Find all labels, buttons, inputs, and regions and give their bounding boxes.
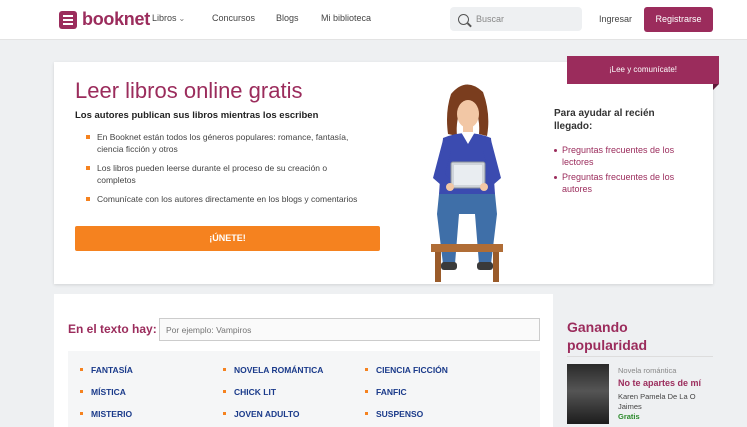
login-link[interactable]: Ingresar (599, 14, 632, 24)
faq-readers-link[interactable]: Preguntas frecuentes de los lectores (554, 145, 694, 168)
divider (567, 356, 713, 357)
book-author[interactable]: Karen Pamela De La O Jaimes (618, 392, 713, 412)
help-links: Preguntas frecuentes de los lectores Pre… (554, 145, 694, 199)
logo-text: booknet (82, 9, 150, 29)
hero-title: Leer libros online gratis (75, 78, 303, 103)
feature-item: Los libros pueden leerse durante el proc… (86, 162, 366, 186)
genre-link[interactable]: CHICK LIT (223, 387, 276, 397)
genre-link[interactable]: MÍSTICA (80, 387, 126, 397)
book-logo-icon (59, 10, 77, 29)
hero-subtitle: Los autores publican sus libros mientras… (75, 110, 319, 121)
popular-title: Ganando popularidad (567, 319, 648, 353)
genre-link[interactable]: FANFIC (365, 387, 407, 397)
book-title-link[interactable]: No te apartes de mí (618, 378, 701, 388)
chevron-down-icon: ⌄ (178, 14, 186, 23)
booknet-logo[interactable]: booknet (59, 9, 150, 30)
text-search-label: En el texto hay: (68, 322, 157, 336)
nav-libros-label: Libros (152, 13, 177, 23)
nav-concursos[interactable]: Concursos (212, 13, 255, 23)
nav-libros[interactable]: Libros ⌄ (152, 13, 185, 23)
feature-item: En Booknet están todos los géneros popul… (86, 131, 366, 155)
nav-blogs[interactable]: Blogs (276, 13, 299, 23)
read-and-connect-ribbon: ¡Lee y comunícate! (567, 56, 719, 90)
genre-link[interactable]: CIENCIA FICCIÓN (365, 365, 448, 375)
register-button[interactable]: Registrarse (644, 7, 713, 32)
join-button[interactable]: ¡ÚNETE! (75, 226, 380, 251)
search-box[interactable] (450, 7, 582, 31)
book-cover[interactable] (567, 364, 609, 424)
reader-girl-illustration (431, 84, 503, 282)
genre-link[interactable]: NOVELA ROMÁNTICA (223, 365, 323, 375)
hero-card: Leer libros online gratis Los autores pu… (54, 56, 719, 284)
genre-link[interactable]: JOVEN ADULTO (223, 409, 300, 419)
search-icon (458, 13, 469, 25)
book-genre: Novela romántica (618, 366, 677, 375)
genre-list: FANTASÍA NOVELA ROMÁNTICA CIENCIA FICCIÓ… (68, 351, 540, 427)
search-input[interactable] (476, 14, 571, 24)
nav-mi-biblioteca[interactable]: Mi biblioteca (321, 13, 371, 23)
feature-item: Comunícate con los autores directamente … (86, 193, 366, 205)
feature-list: En Booknet están todos los géneros popul… (86, 131, 366, 212)
genre-link[interactable]: FANTASÍA (80, 365, 133, 375)
genre-link[interactable]: SUSPENSO (365, 409, 423, 419)
help-title: Para ayudar al recién llegado: (554, 108, 655, 132)
book-price: Gratis (618, 412, 640, 421)
genre-link[interactable]: MISTERIO (80, 409, 132, 419)
text-search-input[interactable] (159, 318, 540, 341)
top-header: booknet Libros ⌄ Concursos Blogs Mi bibli… (0, 0, 747, 40)
faq-authors-link[interactable]: Preguntas frecuentes de los autores (554, 172, 694, 195)
text-search-panel: En el texto hay: FANTASÍA NOVELA ROMÁNTI… (54, 294, 553, 427)
popular-sidebar: Ganando popularidad Novela romántica No … (553, 294, 747, 427)
